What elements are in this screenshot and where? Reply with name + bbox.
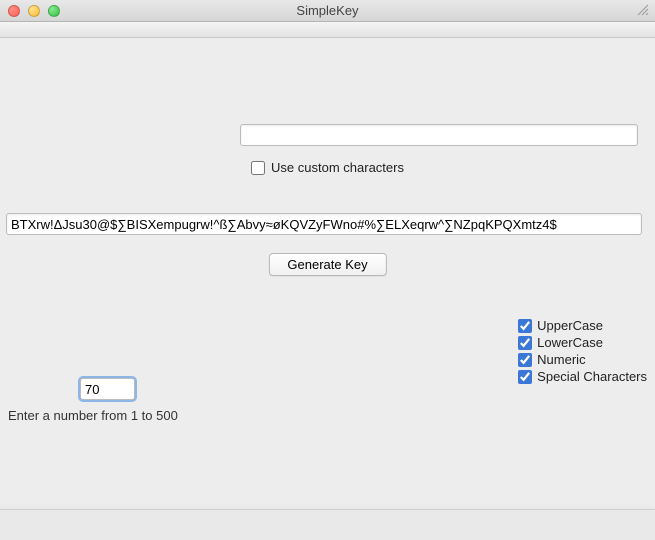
option-numeric[interactable]: Numeric xyxy=(518,352,647,367)
custom-characters-text: Use custom characters xyxy=(271,160,404,175)
custom-characters-row: Use custom characters xyxy=(0,160,655,178)
option-uppercase[interactable]: UpperCase xyxy=(518,318,647,333)
custom-characters-label[interactable]: Use custom characters xyxy=(251,160,404,175)
options-group: UpperCase LowerCase Numeric Special Char… xyxy=(518,318,647,384)
toolbar-strip xyxy=(0,22,655,38)
lowercase-label: LowerCase xyxy=(537,335,603,350)
uppercase-checkbox[interactable] xyxy=(518,319,532,333)
content-area: Use custom characters Generate Key Upper… xyxy=(0,38,655,540)
custom-characters-input[interactable] xyxy=(240,124,638,146)
lowercase-checkbox[interactable] xyxy=(518,336,532,350)
option-lowercase[interactable]: LowerCase xyxy=(518,335,647,350)
special-checkbox[interactable] xyxy=(518,370,532,384)
generated-key-output[interactable] xyxy=(6,213,642,235)
numeric-label: Numeric xyxy=(537,352,585,367)
titlebar: SimpleKey xyxy=(0,0,655,22)
length-hint: Enter a number from 1 to 500 xyxy=(8,408,178,423)
uppercase-label: UpperCase xyxy=(537,318,603,333)
window-controls xyxy=(0,5,60,17)
length-input[interactable] xyxy=(80,378,135,400)
resize-icon[interactable] xyxy=(637,4,649,16)
minimize-icon[interactable] xyxy=(28,5,40,17)
zoom-icon[interactable] xyxy=(48,5,60,17)
close-icon[interactable] xyxy=(8,5,20,17)
special-label: Special Characters xyxy=(537,369,647,384)
custom-characters-checkbox[interactable] xyxy=(251,161,265,175)
numeric-checkbox[interactable] xyxy=(518,353,532,367)
bottom-area xyxy=(0,510,655,540)
generate-key-button[interactable]: Generate Key xyxy=(268,253,386,276)
window-title: SimpleKey xyxy=(0,3,655,18)
option-special[interactable]: Special Characters xyxy=(518,369,647,384)
